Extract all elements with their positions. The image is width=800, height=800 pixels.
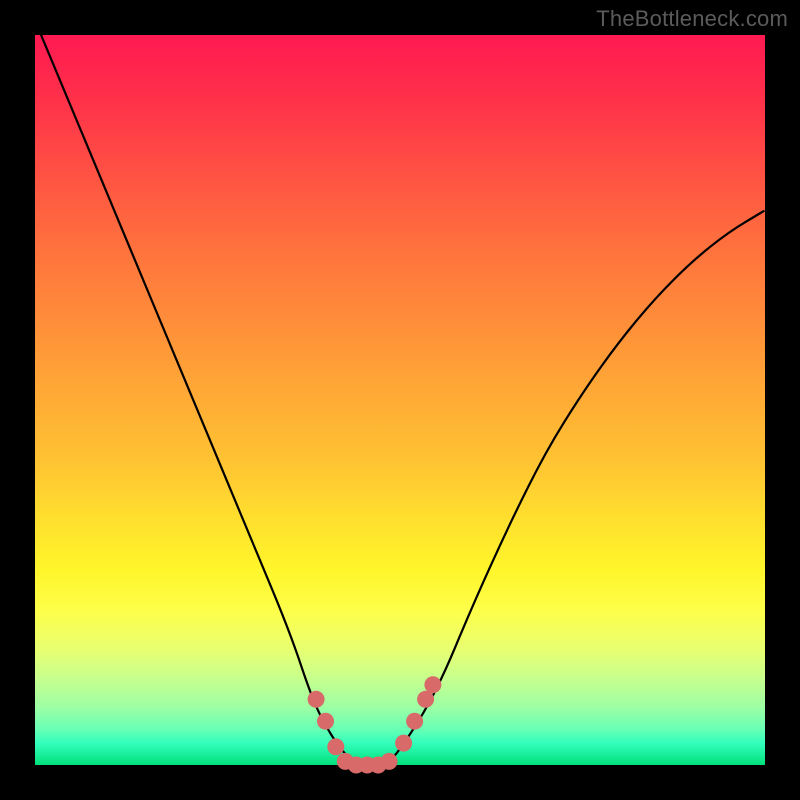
plot-area	[35, 35, 765, 765]
bottleneck-curve	[35, 20, 765, 765]
curve-layer	[35, 35, 765, 765]
valley-marker	[308, 691, 325, 708]
valley-marker	[317, 713, 334, 730]
watermark-text: TheBottleneck.com	[596, 6, 788, 32]
valley-markers	[308, 676, 442, 773]
valley-marker	[327, 738, 344, 755]
valley-marker	[395, 735, 412, 752]
valley-marker	[406, 713, 423, 730]
valley-marker	[381, 753, 398, 770]
valley-marker	[417, 691, 434, 708]
valley-marker	[424, 676, 441, 693]
chart-frame: TheBottleneck.com	[0, 0, 800, 800]
